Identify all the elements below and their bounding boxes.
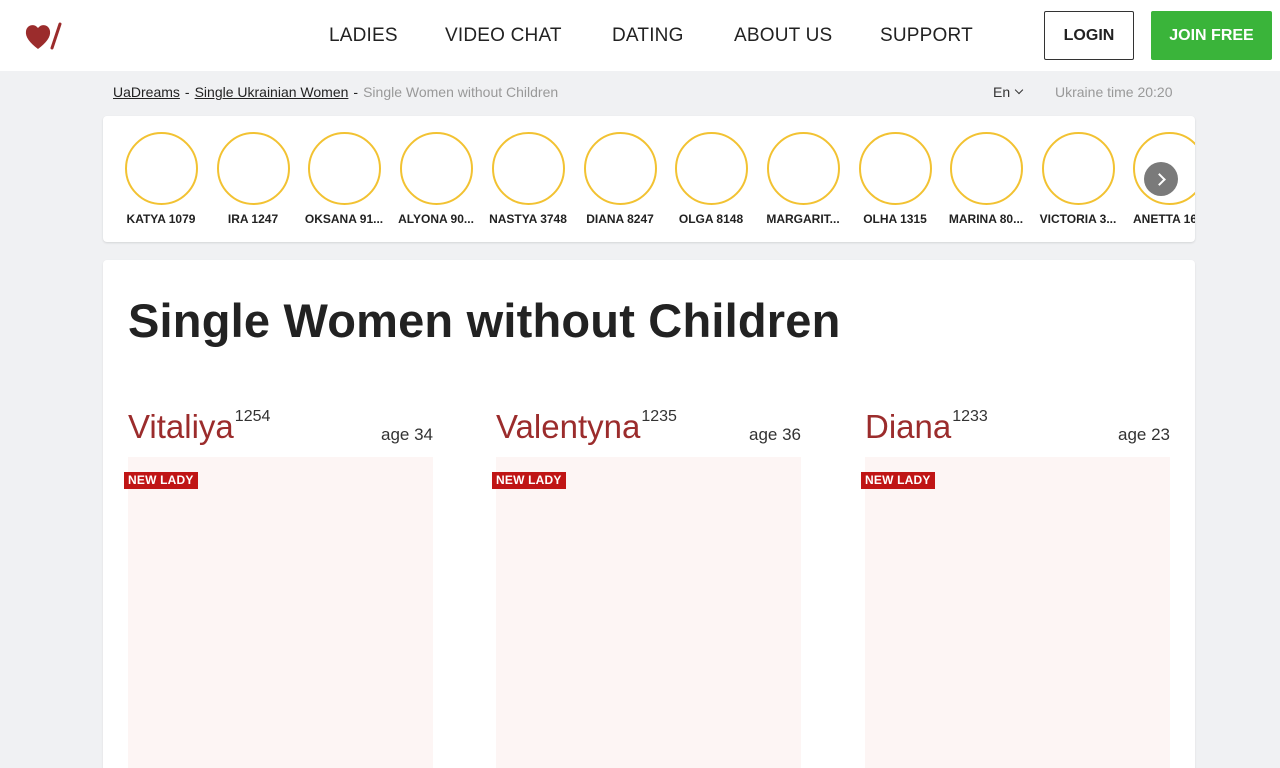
story-avatar bbox=[491, 132, 565, 205]
lady-photo[interactable] bbox=[865, 457, 1170, 768]
lady-name-link[interactable]: Diana1233 bbox=[865, 408, 988, 446]
language-selector[interactable]: En bbox=[993, 84, 1024, 100]
story-label: MARGARIT... bbox=[766, 212, 840, 226]
stories-strip: KATYA 1079 IRA 1247 OKSANA 91... ALYONA … bbox=[103, 116, 1195, 242]
story-avatar bbox=[766, 132, 840, 205]
lady-age: age 23 bbox=[1118, 425, 1170, 444]
story-avatar bbox=[1041, 132, 1115, 205]
stories-next-button[interactable] bbox=[1144, 162, 1178, 196]
lady-id: 1233 bbox=[952, 408, 988, 425]
story-label: ANETTA 16 bbox=[1133, 212, 1195, 226]
lady-id: 1254 bbox=[234, 408, 271, 425]
breadcrumb-current: Single Women without Children bbox=[363, 84, 559, 100]
story-label: DIANA 8247 bbox=[586, 212, 654, 226]
page-title: Single Women without Children bbox=[128, 294, 841, 347]
story-item[interactable]: MARGARIT... bbox=[757, 132, 849, 226]
story-item[interactable]: MARINA 80... bbox=[940, 132, 1032, 226]
story-label: OLGA 8148 bbox=[678, 212, 744, 226]
story-avatar bbox=[216, 132, 290, 205]
lady-age: age 34 bbox=[381, 425, 433, 444]
lady-name-link[interactable]: Vitaliya1254 bbox=[128, 408, 270, 446]
story-avatar bbox=[858, 132, 932, 205]
new-lady-badge: NEW LADY bbox=[492, 472, 566, 489]
story-item[interactable]: KATYA 1079 bbox=[115, 132, 207, 226]
breadcrumb-home-link[interactable]: UaDreams bbox=[113, 84, 180, 100]
nav-about-us[interactable]: ABOUT US bbox=[734, 25, 832, 47]
story-label: KATYA 1079 bbox=[126, 212, 196, 226]
join-free-button[interactable]: JOIN FREE bbox=[1151, 11, 1272, 60]
story-item[interactable]: DIANA 8247 bbox=[574, 132, 666, 226]
lady-name: Valentyna bbox=[496, 408, 641, 445]
heart-logo-icon[interactable] bbox=[24, 20, 62, 52]
story-item[interactable]: VICTORIA 3... bbox=[1032, 132, 1124, 226]
nav-dating[interactable]: DATING bbox=[612, 25, 684, 47]
story-avatar bbox=[583, 132, 657, 205]
story-item[interactable]: OLHA 1315 bbox=[849, 132, 941, 226]
login-button[interactable]: LOGIN bbox=[1044, 11, 1134, 60]
lady-age: age 36 bbox=[749, 425, 801, 444]
language-label: En bbox=[993, 84, 1011, 100]
lady-photo[interactable] bbox=[496, 457, 801, 768]
lady-name-link[interactable]: Valentyna1235 bbox=[496, 408, 677, 446]
story-item[interactable]: IRA 1247 bbox=[207, 132, 299, 226]
breadcrumb-separator: - bbox=[184, 84, 190, 100]
story-label: MARINA 80... bbox=[948, 212, 1024, 226]
new-lady-badge: NEW LADY bbox=[124, 472, 198, 489]
story-avatar bbox=[124, 132, 198, 205]
lady-name: Diana bbox=[865, 408, 952, 445]
story-item[interactable]: ALYONA 90... bbox=[390, 132, 482, 226]
breadcrumb-single-women-link[interactable]: Single Ukrainian Women bbox=[195, 84, 349, 100]
story-avatar bbox=[949, 132, 1023, 205]
story-avatar bbox=[674, 132, 748, 205]
breadcrumb-separator: - bbox=[353, 84, 359, 100]
new-lady-badge: NEW LADY bbox=[861, 472, 935, 489]
chevron-right-icon bbox=[1152, 172, 1166, 186]
story-label: IRA 1247 bbox=[227, 212, 279, 226]
story-label: NASTYA 3748 bbox=[489, 212, 567, 226]
story-item[interactable]: OKSANA 91... bbox=[298, 132, 390, 226]
story-label: VICTORIA 3... bbox=[1039, 212, 1117, 226]
lady-photo[interactable] bbox=[128, 457, 433, 768]
nav-video-chat[interactable]: VIDEO CHAT bbox=[445, 25, 562, 47]
site-header: LADIES VIDEO CHAT DATING ABOUT US SUPPOR… bbox=[0, 0, 1280, 71]
story-avatar bbox=[307, 132, 381, 205]
ukraine-time: Ukraine time 20:20 bbox=[1055, 84, 1173, 100]
story-avatar bbox=[399, 132, 473, 205]
story-label: ALYONA 90... bbox=[398, 212, 474, 226]
chevron-down-icon bbox=[1014, 85, 1024, 95]
breadcrumb: UaDreams - Single Ukrainian Women - Single W… bbox=[113, 84, 558, 100]
main-content: Single Women without Children Vitaliya12… bbox=[103, 260, 1195, 768]
nav-ladies[interactable]: LADIES bbox=[329, 25, 398, 47]
story-label: OLHA 1315 bbox=[863, 212, 927, 226]
story-item[interactable]: NASTYA 3748 bbox=[482, 132, 574, 226]
lady-name: Vitaliya bbox=[128, 408, 234, 445]
lady-id: 1235 bbox=[641, 408, 677, 425]
story-label: OKSANA 91... bbox=[304, 212, 384, 226]
nav-support[interactable]: SUPPORT bbox=[880, 25, 973, 47]
story-item[interactable]: OLGA 8148 bbox=[665, 132, 757, 226]
